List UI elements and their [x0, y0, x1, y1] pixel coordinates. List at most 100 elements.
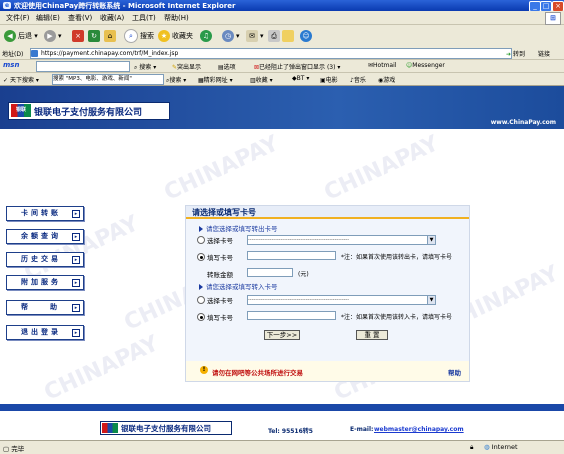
- status-zone: ◍ Internet: [484, 443, 518, 451]
- hotmail-button[interactable]: ✉Hotmail: [368, 62, 396, 69]
- out-card-select[interactable]: ----------------------------------------…: [247, 235, 436, 245]
- movie-link[interactable]: ▣电影: [320, 75, 338, 84]
- linkbar-search-button[interactable]: ⌕搜索 ▾: [166, 75, 186, 85]
- out-select-label: 选择卡号: [207, 237, 233, 245]
- address-bar: 地址(D) https://payment.chinapay.com/trf/M…: [0, 47, 564, 60]
- bt-link[interactable]: ◆BT ▾: [292, 75, 309, 82]
- nav-card-transfer[interactable]: 卡间转账 ▸: [6, 206, 84, 221]
- menu-view[interactable]: 查看(V): [68, 13, 92, 23]
- nav-arrow-icon: ▸: [72, 210, 80, 218]
- mail-icon: ✉: [246, 30, 258, 42]
- nav-arrow-icon: ▸: [72, 233, 80, 241]
- out-card-input[interactable]: [247, 251, 336, 260]
- back-arrow-icon: ◀: [4, 30, 16, 42]
- footer-tel: Tel: 95516转5: [268, 428, 313, 435]
- mail-button[interactable]: ✉ ▾: [246, 29, 264, 43]
- warning-row: ! 请勿在网吧等公共场所进行交易 帮助: [186, 361, 469, 381]
- address-input[interactable]: https://payment.chinapay.com/trf/M_index…: [30, 48, 512, 59]
- nav-arrow-icon: ▸: [72, 329, 80, 337]
- music-link[interactable]: ♪音乐: [350, 75, 366, 84]
- game-link[interactable]: ◉游戏: [378, 75, 395, 84]
- in-fill-radio[interactable]: [197, 313, 205, 321]
- in-note: *注：如果首次使用该转入卡，请填写卡号: [341, 314, 453, 321]
- menu-favorites[interactable]: 收藏(A): [100, 13, 124, 23]
- menu-tools[interactable]: 工具(T): [132, 13, 156, 23]
- tianxia-search-input[interactable]: 搜索 "MP3、电影、游戏、新闻": [52, 74, 164, 85]
- messenger-icon: ☺: [300, 30, 312, 42]
- favorites-button[interactable]: ★ 收藏夹: [158, 29, 193, 43]
- menu-edit[interactable]: 编辑(E): [36, 13, 60, 23]
- refresh-button[interactable]: ↻: [88, 29, 102, 43]
- internet-globe-icon: ◍: [484, 443, 490, 451]
- out-select-radio[interactable]: [197, 236, 205, 244]
- jingcai-link[interactable]: ▦精彩网址 ▾: [198, 75, 233, 84]
- msn-logo: msn: [3, 61, 20, 69]
- company-name: 银联电子支付服务有限公司: [34, 108, 143, 118]
- nav-history[interactable]: 历史交易 ▸: [6, 252, 84, 267]
- page-done-icon: ▢: [3, 445, 10, 453]
- watermark: CHINAPAY: [160, 131, 283, 206]
- web-page: 银联 银联电子支付服务有限公司 www.ChinaPay.com CHINAPA…: [0, 86, 564, 438]
- out-section-title: 请您选择或填写转出卡号: [199, 223, 278, 233]
- in-select-label: 选择卡号: [207, 297, 233, 305]
- msn-highlight-button[interactable]: ✎突出显示: [172, 62, 201, 71]
- nav-logout[interactable]: 退出登录 ▸: [6, 325, 84, 340]
- next-button[interactable]: 下一步>>: [264, 330, 300, 340]
- header-banner: 银联 银联电子支付服务有限公司 www.ChinaPay.com: [0, 86, 564, 129]
- out-fill-label: 填写卡号: [207, 254, 233, 262]
- folder-button[interactable]: [282, 29, 296, 43]
- home-icon: ⌂: [104, 30, 116, 42]
- go-arrow-icon: ➜: [506, 51, 512, 58]
- msn-options-button[interactable]: ▤选项: [218, 62, 236, 71]
- tianxia-search-button[interactable]: ✓ 天下搜索 ▾: [3, 75, 39, 84]
- nav-extra-services[interactable]: 附加服务 ▸: [6, 275, 84, 290]
- messenger-button[interactable]: ☺: [300, 29, 314, 43]
- media-icon: ♫: [200, 30, 212, 42]
- ssl-lock-icon: 🔒︎: [470, 443, 474, 451]
- help-link[interactable]: 帮助: [448, 367, 461, 377]
- menu-file[interactable]: 文件(F): [6, 13, 30, 23]
- search-icon: ⌕: [134, 64, 138, 71]
- stop-button[interactable]: ×: [72, 29, 86, 43]
- security-warning: 请勿在网吧等公共场所进行交易: [212, 369, 303, 377]
- media-button[interactable]: ♫: [200, 29, 214, 43]
- history-button[interactable]: ◷ ▾: [222, 29, 240, 43]
- footer-email-link[interactable]: webmaster@chinapay.com: [374, 426, 464, 433]
- popup-blocker[interactable]: ⊠已经阻止了弹出窗口显示 (3) ▾: [254, 62, 340, 71]
- footer-bar: [0, 404, 564, 411]
- status-done: ▢ 完毕: [3, 445, 25, 453]
- home-button[interactable]: ⌂: [104, 29, 118, 43]
- forward-button[interactable]: ▶ ▾: [44, 29, 62, 43]
- print-button[interactable]: ⎙: [268, 29, 282, 43]
- nav-help[interactable]: 帮助 ▸: [6, 300, 84, 315]
- nav-balance-query[interactable]: 余额查询 ▸: [6, 229, 84, 244]
- reset-button[interactable]: 重 置: [356, 330, 388, 340]
- card-form-panel: 请选择或填写卡号 请您选择或填写转出卡号 选择卡号 --------------…: [185, 205, 470, 382]
- msn-search-button[interactable]: ⌕ 搜索 ▾: [134, 62, 156, 72]
- search-button[interactable]: ⌕ 搜索: [124, 29, 154, 43]
- footer-company-name: 银联电子支付服务有限公司: [121, 424, 211, 433]
- in-card-select[interactable]: ----------------------------------------…: [247, 295, 436, 305]
- ie-logo-icon: e: [3, 2, 11, 9]
- favorites-star-icon: ★: [158, 30, 170, 42]
- collect-link[interactable]: ▥收藏 ▾: [250, 75, 273, 84]
- go-button[interactable]: ➜ 转到: [506, 49, 525, 58]
- amount-input[interactable]: [247, 268, 293, 277]
- messenger-link[interactable]: ☺Messenger: [406, 62, 445, 69]
- search-icon: ⌕: [124, 29, 138, 43]
- in-select-radio[interactable]: [197, 296, 205, 304]
- back-button[interactable]: ◀ 后退 ▾: [4, 29, 38, 43]
- watermark: CHINAPAY: [320, 131, 443, 206]
- unionpay-logo-icon: 银联: [11, 104, 31, 117]
- in-card-input[interactable]: [247, 311, 336, 320]
- tianxia-icon: ✓: [3, 77, 9, 84]
- footer-logo: 银联电子支付服务有限公司: [100, 421, 232, 435]
- print-icon: ⎙: [268, 30, 280, 42]
- links-button[interactable]: 链接: [538, 49, 550, 58]
- standard-toolbar: ◀ 后退 ▾ ▶ ▾ × ↻ ⌂ ⌕ 搜索 ★ 收藏夹 ♫ ◷ ▾ ✉ ▾ ⎙ ☺: [0, 25, 564, 48]
- status-bar: ▢ 完毕 🔒︎ ◍ Internet: [0, 440, 564, 454]
- menu-help[interactable]: 帮助(H): [164, 13, 189, 23]
- out-fill-radio[interactable]: [197, 253, 205, 261]
- page-icon: [31, 50, 38, 57]
- msn-search-input[interactable]: [36, 61, 130, 72]
